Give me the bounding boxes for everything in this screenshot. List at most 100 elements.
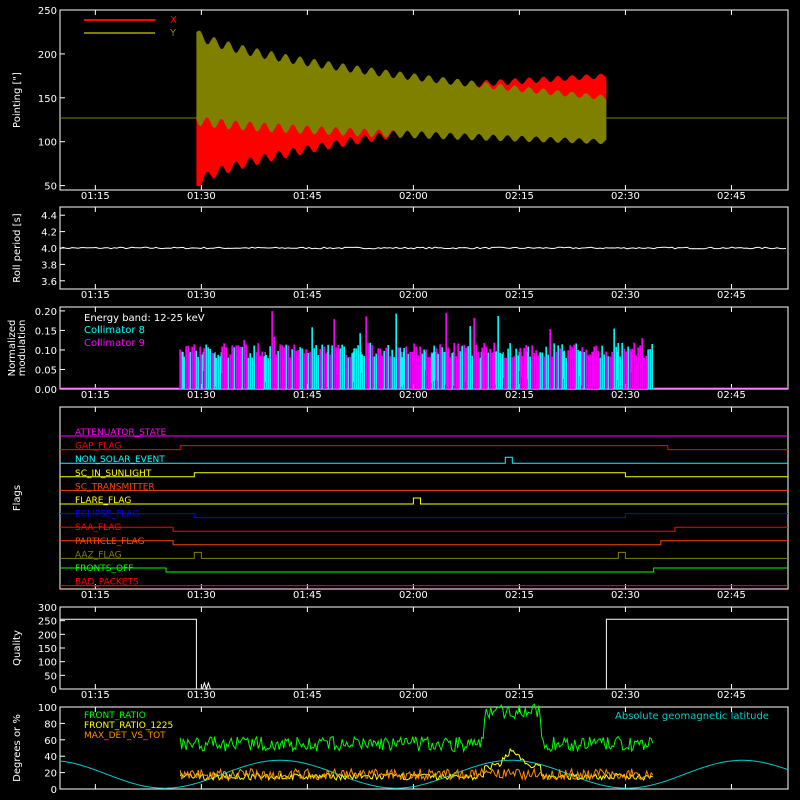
y-tick-label: 100 bbox=[38, 658, 57, 669]
y-tick-label: 0.10 bbox=[35, 346, 57, 357]
y-tick-label: 250 bbox=[38, 617, 57, 628]
x-tick-label: 02:30 bbox=[611, 191, 640, 202]
x-tick-label: 01:45 bbox=[293, 690, 322, 701]
y-tick-label: 4.2 bbox=[41, 228, 57, 239]
x-tick-label: 02:45 bbox=[717, 290, 746, 301]
x-tick-label: 01:30 bbox=[187, 191, 216, 202]
x-tick-label: 02:45 bbox=[717, 191, 746, 202]
flag-line bbox=[60, 551, 788, 559]
x-tick-label: 01:30 bbox=[187, 390, 216, 401]
legend-label-x: X bbox=[170, 15, 177, 26]
x-tick-label: 01:45 bbox=[293, 191, 322, 202]
y-axis-label: Pointing ["] bbox=[12, 72, 23, 128]
x-tick-label: 01:30 bbox=[187, 590, 216, 601]
y-tick-label: 0 bbox=[51, 685, 57, 696]
x-tick-label: 02:30 bbox=[611, 290, 640, 301]
x-tick-label: 01:15 bbox=[81, 690, 110, 701]
x-tick-label: 02:15 bbox=[505, 290, 534, 301]
panel-frame bbox=[59, 406, 789, 590]
y-tick-label: 200 bbox=[38, 50, 57, 61]
diagnostics-figure: 01:15 01:30 01:45 02:00 02:15 02:30 02:45 50 100… bbox=[7, 6, 789, 796]
x-tick-label: 02:15 bbox=[505, 590, 534, 601]
legend-collimator-9: Collimator 9 bbox=[84, 338, 145, 349]
x-tick-label: 01:15 bbox=[81, 590, 110, 601]
y-tick-label: 50 bbox=[44, 671, 57, 682]
x-tick-label: 02:45 bbox=[717, 690, 746, 701]
flag-line bbox=[60, 497, 788, 505]
panel-roll: 01:15 01:30 01:45 02:00 02:15 02:30 02:45 3.6 3.… bbox=[12, 206, 789, 301]
legend-collimator-8: Collimator 8 bbox=[84, 325, 145, 336]
front-ratio-line bbox=[179, 703, 654, 754]
y-tick-label: 150 bbox=[38, 644, 57, 655]
geomagnetic-label: Absolute geomagnetic latitude bbox=[615, 711, 769, 722]
y-tick-label: 0.00 bbox=[35, 385, 57, 396]
x-tick-label: 02:45 bbox=[717, 390, 746, 401]
y-axis-label: Degrees or % bbox=[12, 714, 23, 782]
flag-label: FRONTS_OFF bbox=[75, 564, 133, 574]
y-axis-label: Roll period [s] bbox=[12, 213, 23, 282]
panel-flags: 01:15 01:30 01:45 02:00 02:15 02:30 02:45 Flags… bbox=[12, 406, 789, 601]
flag-label: SAA_FLAG bbox=[75, 523, 121, 533]
x-tick-label: 02:30 bbox=[611, 390, 640, 401]
y-tick-label: 250 bbox=[38, 6, 57, 17]
x-tick-label: 01:45 bbox=[293, 290, 322, 301]
y-tick-label: 4.4 bbox=[41, 211, 57, 222]
y-tick-label: 60 bbox=[44, 736, 57, 747]
y-tick-label: 0.20 bbox=[35, 307, 57, 318]
roll-period-line bbox=[59, 246, 787, 250]
x-tick-label: 02:30 bbox=[611, 690, 640, 701]
y-tick-label: 150 bbox=[38, 94, 57, 105]
y-tick-label: 3.6 bbox=[41, 277, 57, 288]
x-tick-label: 02:45 bbox=[717, 590, 746, 601]
x-tick-label: 01:15 bbox=[81, 390, 110, 401]
x-tick-label: 02:00 bbox=[399, 590, 428, 601]
y-tick-label: 100 bbox=[38, 138, 57, 149]
x-tick-label: 02:00 bbox=[399, 690, 428, 701]
y-tick-label: 40 bbox=[44, 752, 57, 763]
y-axis-label: modulation bbox=[17, 320, 28, 377]
y-tick-label: 50 bbox=[44, 182, 57, 193]
y-tick-label: 4.0 bbox=[41, 244, 57, 255]
x-tick-label: 02:00 bbox=[399, 390, 428, 401]
flag-line bbox=[60, 526, 788, 532]
y-tick-label: 0 bbox=[51, 785, 57, 796]
flag-line bbox=[60, 472, 788, 478]
quality-spikes bbox=[201, 681, 211, 691]
x-tick-label: 02:00 bbox=[399, 191, 428, 202]
panel-pointing: 01:15 01:30 01:45 02:00 02:15 02:30 02:45 50 100… bbox=[12, 6, 789, 202]
y-tick-label: 0.05 bbox=[35, 365, 57, 376]
y-tick-label: 300 bbox=[38, 603, 57, 614]
legend-label-y: Y bbox=[169, 28, 177, 39]
flag-line bbox=[60, 445, 788, 451]
flag-label: PARTICLE_FLAG bbox=[75, 537, 145, 547]
flag-line bbox=[60, 567, 788, 573]
x-tick-label: 02:00 bbox=[399, 290, 428, 301]
x-tick-label: 01:15 bbox=[81, 290, 110, 301]
x-tick-label: 02:30 bbox=[611, 590, 640, 601]
y-tick-label: 80 bbox=[44, 719, 57, 730]
panel-quality: 01:15 01:30 01:45 02:00 02:15 02:30 02:45 0 50 10… bbox=[12, 603, 789, 701]
x-tick-label: 02:15 bbox=[505, 390, 534, 401]
panel-ratios: 0 20 40 60 80 100 Degrees or % FRONT_RATIOFRONT… bbox=[12, 703, 789, 796]
panel-modulation: 01:15 01:30 01:45 02:00 02:15 02:30 02:45 0.00 0… bbox=[7, 306, 789, 401]
y-tick-label: 20 bbox=[44, 769, 57, 780]
legend-label: MAX_DET_VS_TOT bbox=[84, 731, 166, 741]
flag-line bbox=[60, 513, 788, 519]
quality-line bbox=[60, 618, 788, 690]
y-tick-label: 0.15 bbox=[35, 326, 57, 337]
x-tick-label: 01:30 bbox=[187, 690, 216, 701]
x-tick-label: 02:15 bbox=[505, 191, 534, 202]
y-tick-label: 100 bbox=[38, 703, 57, 714]
flag-line bbox=[60, 540, 788, 546]
y-tick-label: 200 bbox=[38, 630, 57, 641]
y-axis-label: Flags bbox=[12, 485, 23, 511]
x-tick-label: 01:45 bbox=[293, 590, 322, 601]
x-tick-label: 01:15 bbox=[81, 191, 110, 202]
flag-line bbox=[60, 456, 788, 464]
flag-label: ECLIPSE_FLAG bbox=[75, 510, 139, 520]
y-tick-label: 3.8 bbox=[41, 260, 57, 271]
x-tick-label: 01:30 bbox=[187, 290, 216, 301]
y-axis-label: Quality bbox=[12, 630, 23, 666]
x-tick-label: 01:45 bbox=[293, 390, 322, 401]
legend-label: FRONT_RATIO bbox=[84, 711, 146, 721]
